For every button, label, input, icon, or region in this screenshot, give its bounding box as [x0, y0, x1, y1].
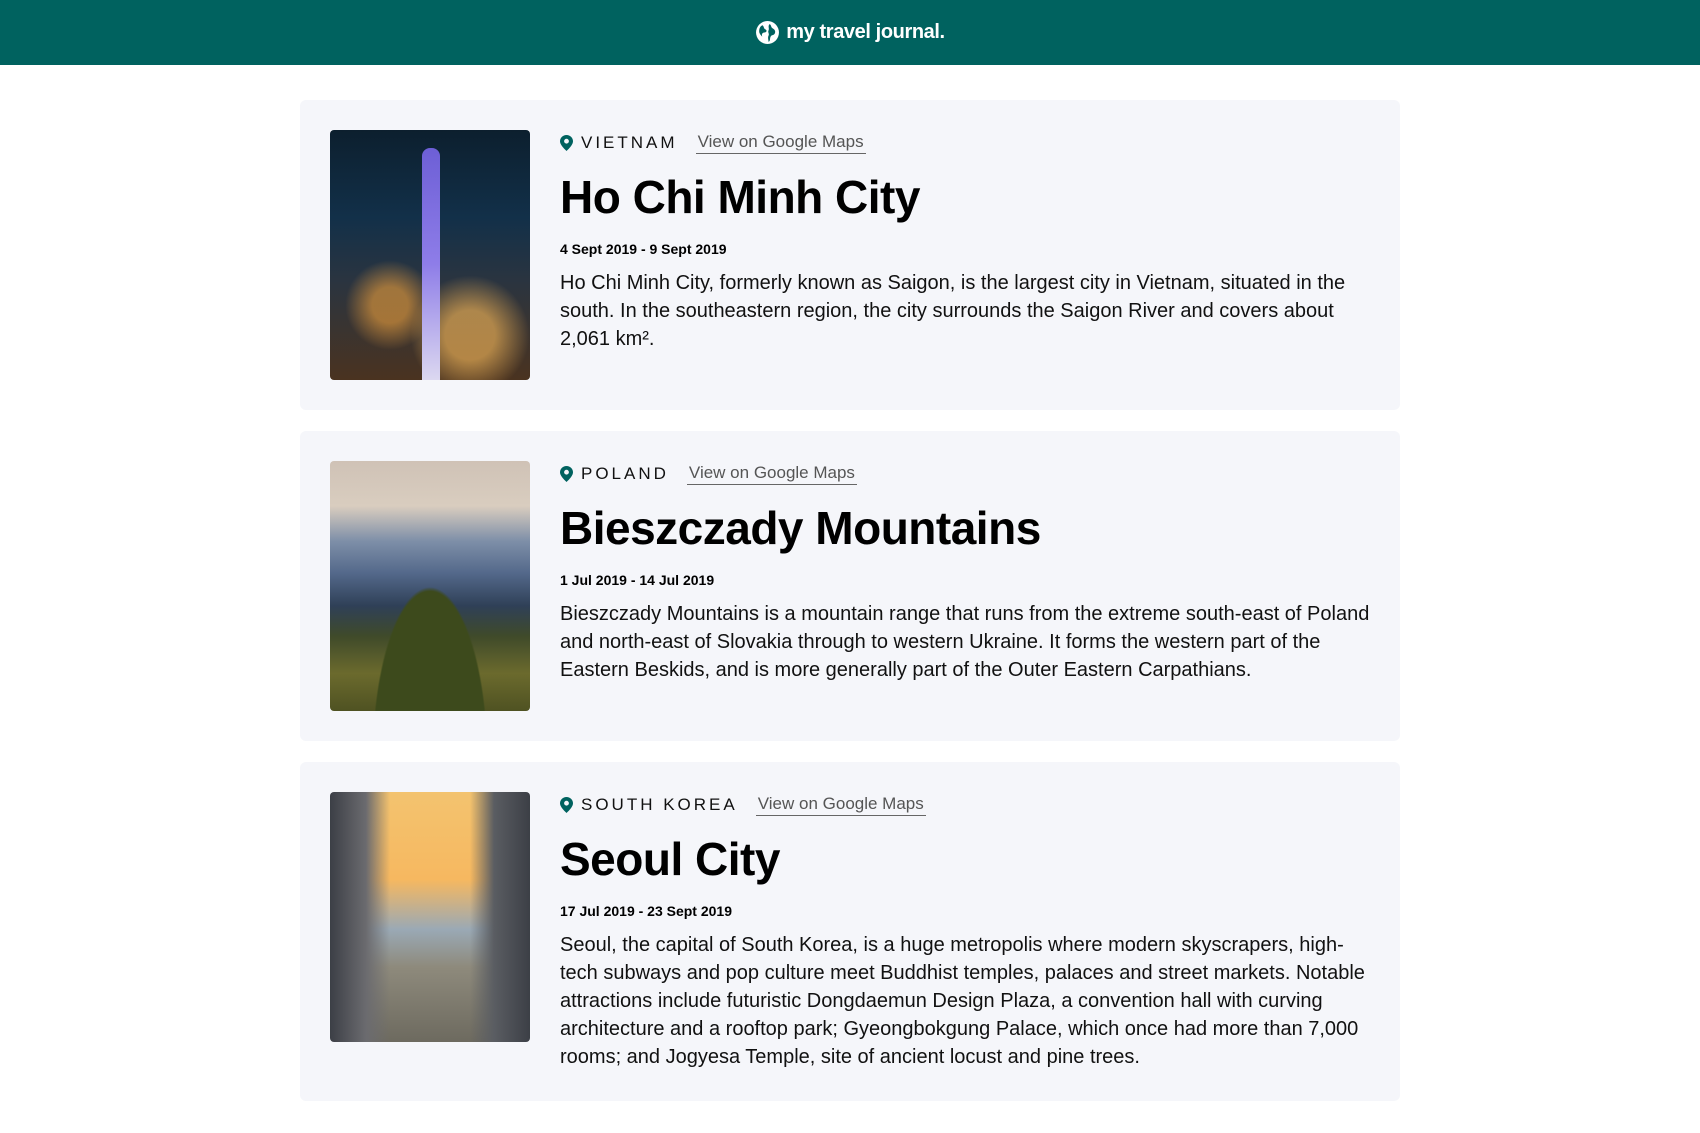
google-maps-link[interactable]: View on Google Maps	[695, 132, 866, 154]
journal-entry: VIETNAM View on Google Maps Ho Chi Minh …	[300, 100, 1400, 410]
entry-country: POLAND	[581, 464, 669, 483]
entry-title: Ho Chi Minh City	[560, 171, 920, 223]
entry-dates: 1 Jul 2019 - 14 Jul 2019	[560, 571, 715, 588]
entry-dates: 4 Sept 2019 - 9 Sept 2019	[560, 240, 727, 257]
globe-icon	[755, 20, 780, 45]
journal-entry: POLAND View on Google Maps Bieszczady Mo…	[300, 431, 1400, 741]
journal-entry: SOUTH KOREA View on Google Maps Seoul Ci…	[300, 762, 1400, 1101]
entry-country: SOUTH KOREA	[581, 795, 738, 814]
entry-title: Seoul City	[560, 833, 780, 885]
entry-description: Seoul, the capital of South Korea, is a …	[560, 933, 1365, 1068]
top-navbar: my travel journal.	[0, 0, 1700, 65]
brand[interactable]: my travel journal.	[755, 20, 945, 45]
google-maps-link[interactable]: View on Google Maps	[755, 794, 926, 816]
entry-country: VIETNAM	[581, 133, 678, 152]
entry-photo	[330, 130, 530, 380]
entry-dates: 17 Jul 2019 - 23 Sept 2019	[560, 902, 732, 919]
brand-title: my travel journal.	[786, 21, 945, 43]
entry-description: Bieszczady Mountains is a mountain range…	[560, 602, 1370, 681]
location-row: POLAND View on Google Maps	[560, 461, 1370, 487]
entry-info: POLAND View on Google Maps Bieszczady Mo…	[560, 461, 1370, 711]
entry-title: Bieszczady Mountains	[560, 502, 1041, 554]
entry-photo	[330, 792, 530, 1042]
location-row: SOUTH KOREA View on Google Maps	[560, 792, 1370, 818]
map-pin-icon	[560, 466, 581, 482]
entry-photo	[330, 461, 530, 711]
map-pin-icon	[560, 135, 581, 151]
entry-info: SOUTH KOREA View on Google Maps Seoul Ci…	[560, 792, 1370, 1071]
entry-description: Ho Chi Minh City, formerly known as Saig…	[560, 271, 1346, 350]
google-maps-link[interactable]: View on Google Maps	[686, 463, 857, 485]
journal-entries: VIETNAM View on Google Maps Ho Chi Minh …	[300, 100, 1400, 1101]
map-pin-icon	[560, 797, 581, 813]
entry-info: VIETNAM View on Google Maps Ho Chi Minh …	[560, 130, 1370, 380]
location-row: VIETNAM View on Google Maps	[560, 130, 1370, 156]
